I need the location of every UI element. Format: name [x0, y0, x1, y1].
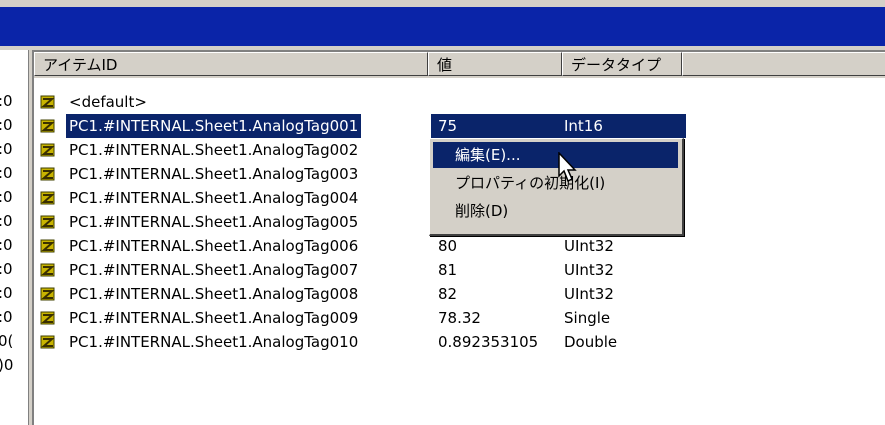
cell-value: 78.32: [438, 309, 481, 327]
left-tree-pane[interactable]: :0 :0 :0 :0 :0 :0 :0 :0 :0 :0 0( )0: [0, 50, 32, 425]
cell-value: 0.892353105: [438, 333, 539, 351]
left-pane-fragment: :0: [0, 140, 13, 158]
column-header-item-id[interactable]: アイテムID: [34, 52, 428, 76]
column-header-value[interactable]: 値: [428, 52, 562, 76]
table-row[interactable]: PC1.#INTERNAL.Sheet1.AnalogTag008 82 UInt3…: [34, 282, 885, 306]
context-menu[interactable]: 編集(E)... プロパティの初期化(I) 削除(D): [429, 138, 684, 236]
tag-icon: [40, 190, 56, 206]
cell-item-id: PC1.#INTERNAL.Sheet1.AnalogTag007: [69, 261, 359, 279]
cell-value: 80: [438, 237, 458, 255]
cell-data-type: Single: [564, 309, 611, 327]
cell-item-id: PC1.#INTERNAL.Sheet1.AnalogTag005: [69, 213, 359, 231]
menu-item-reset-properties[interactable]: プロパティの初期化(I): [433, 170, 678, 196]
left-pane-fragment: :0: [0, 116, 13, 134]
tag-icon: [40, 118, 56, 134]
cell-item-id: PC1.#INTERNAL.Sheet1.AnalogTag004: [69, 189, 359, 207]
cell-item-id: PC1.#INTERNAL.Sheet1.AnalogTag008: [69, 285, 359, 303]
mouse-cursor-icon: [558, 151, 580, 188]
tag-icon: [40, 334, 56, 350]
tag-icon: [40, 214, 56, 230]
cell-data-type: UInt32: [564, 237, 614, 255]
tag-icon: [40, 142, 56, 158]
left-pane-fragment: 0(: [0, 332, 14, 350]
column-header-empty: [682, 52, 885, 76]
left-pane-fragment: )0: [0, 356, 14, 374]
table-row[interactable]: PC1.#INTERNAL.Sheet1.AnalogTag010 0.89235…: [34, 330, 885, 354]
tag-icon: [40, 94, 56, 110]
table-row[interactable]: PC1.#INTERNAL.Sheet1.AnalogTag007 81 UInt3…: [34, 258, 885, 282]
left-pane-fragment: :0: [0, 260, 13, 278]
table-row[interactable]: <default>: [34, 90, 885, 114]
window-title-bar: [0, 0, 885, 50]
selection-highlight: [431, 114, 686, 138]
left-pane-fragment: :0: [0, 188, 13, 206]
cell-data-type: Int16: [564, 117, 603, 135]
cell-value: 82: [438, 285, 458, 303]
cell-item-id: PC1.#INTERNAL.Sheet1.AnalogTag009: [69, 309, 359, 327]
left-pane-fragment: :0: [0, 308, 13, 326]
cell-item-id: PC1.#INTERNAL.Sheet1.AnalogTag006: [69, 237, 359, 255]
title-bar-fill: [0, 7, 885, 46]
item-list-view[interactable]: アイテムID 値 データタイプ <default> PC1.#INTERNAL.S…: [32, 50, 885, 425]
tag-icon: [40, 238, 56, 254]
cell-data-type: UInt32: [564, 261, 614, 279]
cell-item-id: <default>: [69, 93, 147, 111]
table-row[interactable]: PC1.#INTERNAL.Sheet1.AnalogTag009 78.32 Si…: [34, 306, 885, 330]
cell-item-id: PC1.#INTERNAL.Sheet1.AnalogTag003: [69, 165, 359, 183]
left-pane-fragment: :0: [0, 284, 13, 302]
cell-data-type: UInt32: [564, 285, 614, 303]
table-row[interactable]: PC1.#INTERNAL.Sheet1.AnalogTag006 80 UInt3…: [34, 234, 885, 258]
cell-value: 75: [438, 117, 458, 135]
tag-icon: [40, 286, 56, 302]
menu-item-delete[interactable]: 削除(D): [433, 198, 678, 224]
column-header-data-type[interactable]: データタイプ: [562, 52, 682, 76]
menu-item-edit[interactable]: 編集(E)...: [433, 142, 678, 168]
cell-data-type: Double: [564, 333, 618, 351]
cell-item-id: PC1.#INTERNAL.Sheet1.AnalogTag002: [69, 141, 359, 159]
table-row[interactable]: PC1.#INTERNAL.Sheet1.AnalogTag001 75 Int16: [34, 113, 885, 139]
left-pane-fragment: :0: [0, 164, 13, 182]
left-pane-fragment: :0: [0, 212, 13, 230]
cell-item-id: PC1.#INTERNAL.Sheet1.AnalogTag001: [64, 113, 363, 139]
left-pane-fragment: :0: [0, 236, 13, 254]
tag-icon: [40, 310, 56, 326]
cell-value: 81: [438, 261, 458, 279]
list-header: アイテムID 値 データタイプ: [34, 52, 885, 78]
tag-icon: [40, 262, 56, 278]
left-pane-fragment: :0: [0, 92, 13, 110]
tag-icon: [40, 166, 56, 182]
cell-item-id: PC1.#INTERNAL.Sheet1.AnalogTag010: [69, 333, 359, 351]
